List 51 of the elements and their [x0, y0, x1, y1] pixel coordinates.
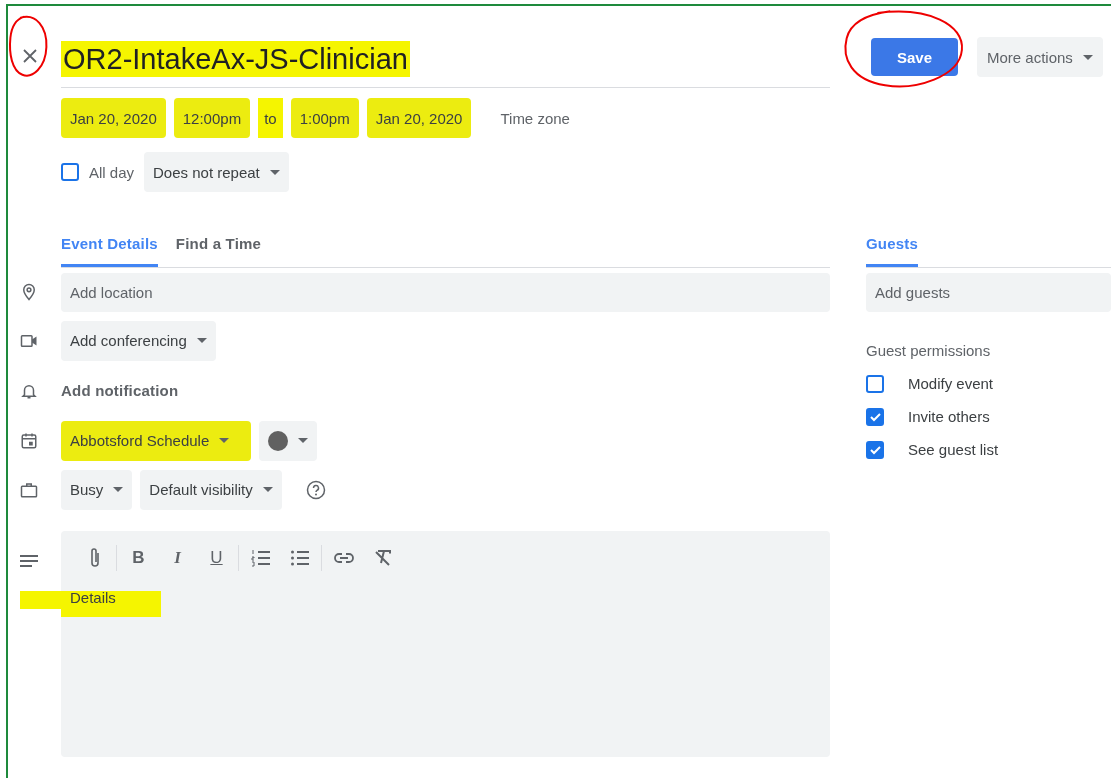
caret-icon: [298, 438, 309, 443]
briefcase-icon: [20, 480, 38, 499]
start-time-field[interactable]: 12:00pm: [173, 98, 251, 138]
guests-tab[interactable]: Guests: [866, 231, 919, 267]
bulleted-list-icon: [289, 549, 310, 567]
caret-icon: [219, 438, 230, 443]
repeat-dropdown[interactable]: Does not repeat: [144, 152, 289, 192]
numbered-list-icon: [250, 549, 271, 567]
end-time-field[interactable]: 1:00pm: [290, 98, 359, 138]
start-date-field[interactable]: Jan 20, 2020: [61, 98, 166, 138]
location-pin-icon: [20, 283, 38, 301]
visibility-dropdown[interactable]: Default visibility: [140, 469, 282, 510]
tab[interactable]: Find a Time: [175, 231, 262, 267]
caret-icon: [262, 487, 273, 492]
all-day-checkbox[interactable]: [61, 163, 79, 181]
event-title[interactable]: OR2-IntakeAx-JS-Clinician: [61, 41, 410, 77]
calendar-dropdown[interactable]: Abbotsford Schedule: [61, 420, 252, 461]
clear-formatting-icon: [373, 549, 392, 567]
description-field[interactable]: B I U Details: [61, 531, 830, 757]
underline-button[interactable]: U: [197, 546, 236, 570]
permission-checkbox[interactable]: [866, 407, 884, 426]
bold-button[interactable]: B: [119, 546, 158, 570]
permission-label: Modify event: [908, 375, 994, 392]
caret-icon: [269, 169, 280, 175]
add-notification-button[interactable]: Add notification: [61, 370, 179, 411]
caret-icon: [196, 338, 207, 343]
save-button[interactable]: Save: [871, 38, 958, 76]
tab[interactable]: Event Details: [61, 231, 158, 267]
permission-label: Invite others: [908, 408, 990, 425]
permission-checkbox[interactable]: [866, 440, 884, 459]
link-icon: [333, 552, 354, 564]
permission-label: See guest list: [908, 441, 999, 458]
description-lines-icon: [20, 554, 38, 568]
close-icon: [22, 48, 38, 64]
location-field[interactable]: Add location: [61, 272, 830, 312]
caret-icon: [113, 487, 124, 492]
color-dropdown[interactable]: [259, 420, 318, 461]
conferencing-dropdown[interactable]: Add conferencing: [61, 320, 216, 361]
add-guests-field[interactable]: Add guests: [866, 272, 1111, 312]
availability-dropdown[interactable]: Busy: [61, 469, 133, 510]
guest-permissions-heading: Guest permissions: [866, 342, 992, 359]
more-actions-button[interactable]: More actions: [977, 37, 1103, 77]
caret-icon: [1082, 54, 1093, 60]
to-label: to: [258, 98, 283, 138]
end-date-field[interactable]: Jan 20, 2020: [366, 98, 472, 138]
permission-checkbox[interactable]: [866, 374, 884, 393]
time-zone-link[interactable]: Time zone: [491, 98, 579, 138]
calendar-icon: [20, 431, 38, 450]
all-day-label: All day: [89, 163, 135, 181]
help-icon[interactable]: [305, 479, 326, 500]
italic-button[interactable]: I: [158, 546, 197, 570]
